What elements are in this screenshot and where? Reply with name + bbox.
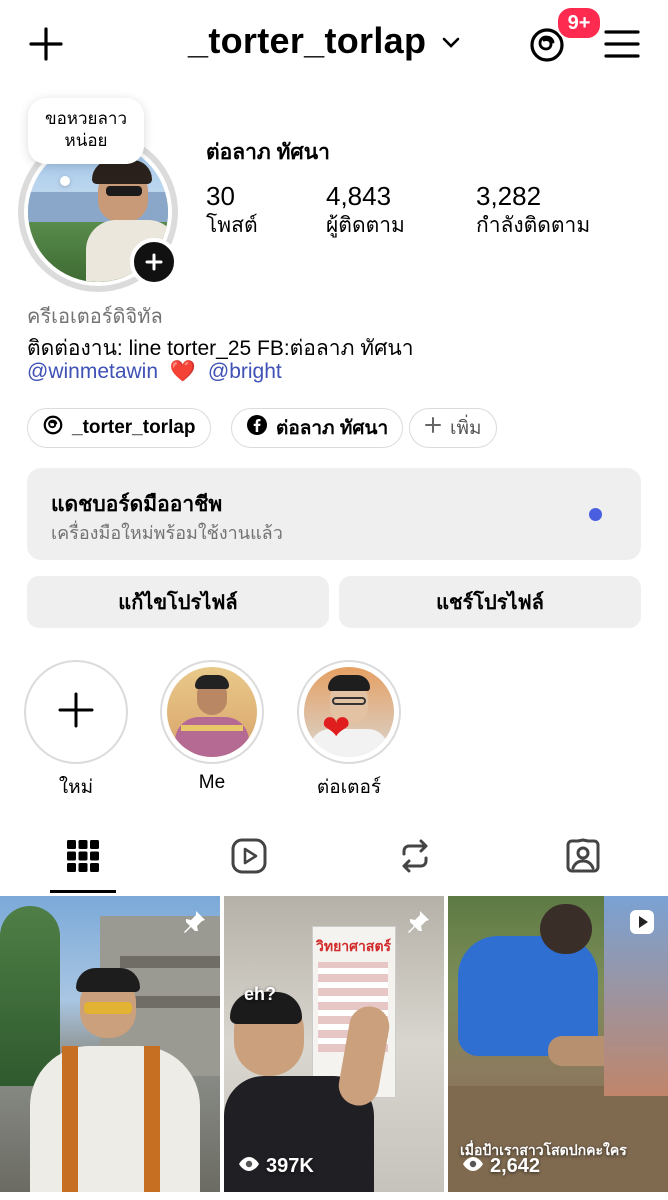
- edit-profile-button[interactable]: แก้ไขโปรไฟล์: [27, 576, 329, 628]
- add-chip-label: เพิ่ม: [450, 418, 482, 439]
- bio-mentions: @winmetawin ❤️ @bright: [27, 360, 282, 384]
- eye-icon: [238, 1155, 260, 1178]
- tab-reels[interactable]: [229, 836, 269, 876]
- following-count: 3,282: [476, 181, 542, 211]
- reel-play-icon: [628, 908, 656, 941]
- facebook-icon: [246, 414, 268, 442]
- tab-reposts[interactable]: [395, 836, 435, 876]
- followers-count: 4,843: [326, 181, 392, 211]
- highlight-label: ใหม่: [58, 777, 94, 798]
- followers-stat[interactable]: 4,843 ผู้ติดตาม: [326, 180, 405, 240]
- facebook-link-chip[interactable]: ต่อลาภ ทัศนา: [231, 408, 404, 448]
- pin-icon: [404, 908, 432, 941]
- highlight-cover-image: ❤: [304, 667, 394, 757]
- menu-icon[interactable]: [602, 24, 642, 64]
- view-count-value: 2,642: [490, 1155, 541, 1177]
- note-tail: [60, 176, 70, 186]
- profile-category: ครีเอเตอร์ดิจิทัล: [27, 306, 163, 328]
- highlight-torter[interactable]: ❤ ต่อเตอร์: [296, 660, 402, 802]
- poster-text: วิทยาศาสตร์: [316, 938, 392, 954]
- post-tile[interactable]: เมื่อป้าเราสาวโสดปกคะใคร 2,642: [448, 896, 668, 1192]
- view-count: 397K: [238, 1155, 314, 1178]
- threads-icon: [42, 414, 64, 442]
- threads-link-chip[interactable]: _torter_torlap: [27, 408, 211, 448]
- profile-note[interactable]: ขอหวยลาว หน่อย: [28, 98, 144, 164]
- professional-dashboard[interactable]: แดชบอร์ดมืออาชีพ เครื่องมือใหม่พร้อมใช้ง…: [27, 468, 641, 560]
- active-tab-indicator: [50, 890, 116, 893]
- repost-icon: [402, 839, 428, 873]
- threads-chip-label: _torter_torlap: [72, 417, 196, 438]
- facebook-chip-label: ต่อลาภ ทัศนา: [276, 418, 389, 439]
- highlight-new[interactable]: ใหม่: [23, 660, 129, 802]
- pin-icon: [180, 908, 208, 941]
- profile-username[interactable]: _torter_torlap: [188, 20, 461, 62]
- posts-label: โพสต์: [206, 214, 258, 237]
- view-count: 2,642: [462, 1155, 540, 1178]
- post-tile[interactable]: วิทยาศาสตร์ eh? 397K: [224, 896, 444, 1192]
- posts-count: 30: [206, 181, 235, 211]
- highlight-label: ต่อเตอร์: [316, 777, 382, 798]
- plus-icon: [424, 416, 442, 440]
- share-profile-button[interactable]: แชร์โปรไฟล์: [339, 576, 641, 628]
- followers-label: ผู้ติดตาม: [326, 214, 405, 237]
- post-tile[interactable]: [0, 896, 220, 1192]
- reels-icon: [231, 838, 267, 874]
- heart-emoji: ❤: [322, 709, 351, 747]
- grid-icon: [67, 840, 99, 872]
- mention-link[interactable]: @bright: [208, 360, 282, 383]
- full-name: ต่อลาภ ทัศนา: [206, 141, 330, 164]
- dashboard-title: แดชบอร์ดมืออาชีพ: [51, 493, 223, 516]
- add-link-chip[interactable]: เพิ่ม: [409, 408, 497, 448]
- top-bar: _torter_torlap 9+: [0, 0, 668, 90]
- notification-badge: 9+: [556, 6, 602, 40]
- highlight-cover-image: [167, 667, 257, 757]
- new-indicator-dot: [589, 508, 602, 521]
- add-story-button[interactable]: [130, 238, 178, 286]
- tagged-person-icon: [566, 838, 600, 873]
- plus-icon: [56, 690, 96, 735]
- tab-posts-grid[interactable]: [63, 836, 103, 876]
- following-label: กำลังติดตาม: [476, 214, 591, 237]
- mention-link[interactable]: @winmetawin: [27, 360, 158, 383]
- eye-icon: [462, 1155, 484, 1178]
- view-count-value: 397K: [266, 1155, 314, 1177]
- highlight-label: Me: [198, 772, 226, 793]
- post-caption: eh?: [244, 984, 277, 1004]
- following-stat[interactable]: 3,282 กำลังติดตาม: [476, 180, 590, 240]
- dashboard-subtitle: เครื่องมือใหม่พร้อมใช้งานแล้ว: [51, 523, 283, 543]
- highlight-me[interactable]: Me: [159, 660, 265, 794]
- heart-emoji: ❤️: [169, 360, 197, 383]
- tab-tagged[interactable]: [563, 836, 603, 876]
- posts-stat[interactable]: 30 โพสต์: [206, 180, 258, 240]
- create-plus-icon[interactable]: [26, 24, 66, 64]
